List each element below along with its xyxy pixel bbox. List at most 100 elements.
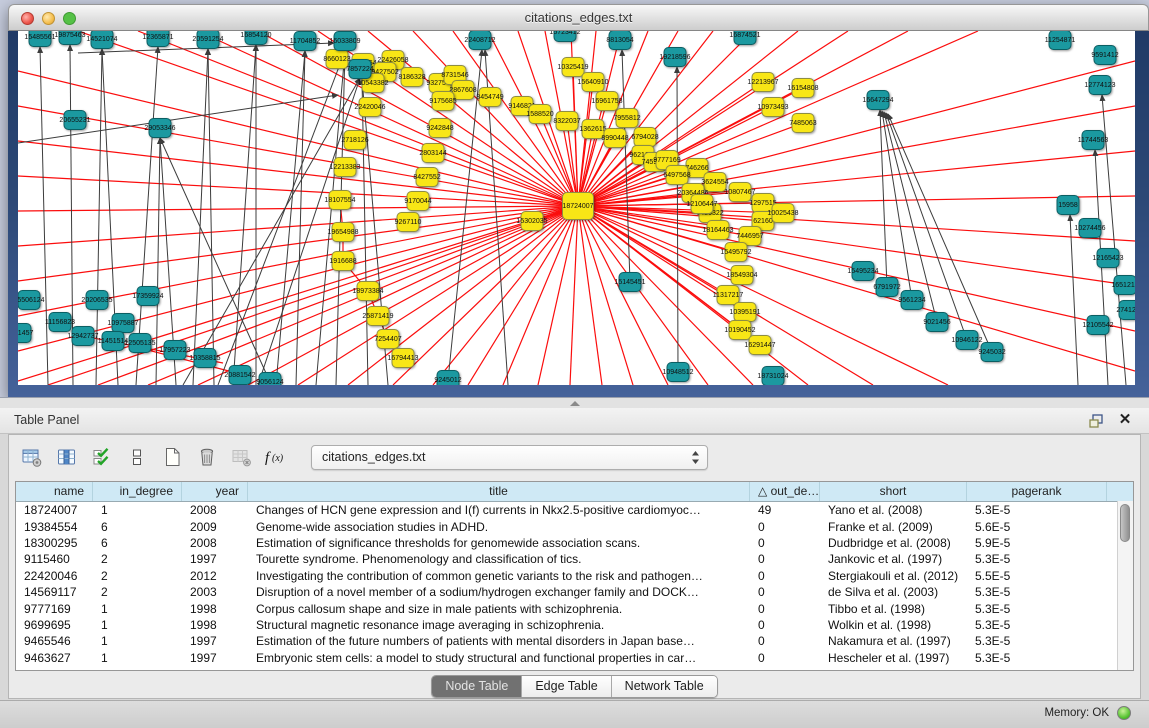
network-node[interactable]: 9267110 xyxy=(397,212,420,232)
citation-edge-black[interactable] xyxy=(1070,215,1078,385)
table-row[interactable]: 946554611997Estimation of the future num… xyxy=(16,633,1133,649)
citation-edge-black[interactable] xyxy=(233,45,256,385)
cell-pagerank[interactable]: 5.3E-5 xyxy=(967,618,1107,632)
network-node[interactable]: 20591254 xyxy=(197,31,220,49)
network-node[interactable]: 16854120 xyxy=(245,31,268,45)
network-node[interactable]: 8454749 xyxy=(479,87,502,107)
table-row[interactable]: 2242004622012Investigating the contribut… xyxy=(16,568,1133,584)
citation-edge-red[interactable] xyxy=(578,206,602,385)
network-canvas[interactable]: 1872400786601238912954224260589427502818… xyxy=(18,31,1135,385)
network-node[interactable]: 11744563 xyxy=(1082,130,1105,150)
cell-out_degree[interactable]: 0 xyxy=(750,569,820,583)
network-node[interactable]: 2803144 xyxy=(422,143,445,163)
network-node[interactable]: 8813054 xyxy=(609,31,632,50)
minimize-window-icon[interactable] xyxy=(42,12,55,25)
network-node[interactable]: 10395191 xyxy=(734,302,757,322)
network-node[interactable]: 2741201 xyxy=(1119,300,1136,320)
cell-title[interactable]: Embryonic stem cells: a model to study s… xyxy=(248,651,750,665)
network-node[interactable]: 16033809 xyxy=(334,31,357,51)
network-node[interactable]: 15723412 xyxy=(554,31,577,42)
cell-short[interactable]: Tibbo et al. (1998) xyxy=(820,602,967,616)
citation-edge-black[interactable] xyxy=(218,51,345,385)
network-node[interactable]: 12106447 xyxy=(691,194,714,214)
network-node[interactable]: 6497568 xyxy=(666,165,689,185)
cell-year[interactable]: 2003 xyxy=(182,585,248,599)
network-node[interactable]: 1916688 xyxy=(332,251,355,271)
network-node[interactable]: 15640910 xyxy=(582,72,605,92)
column-header-out_degree[interactable]: △ out_de… xyxy=(750,482,820,501)
network-node[interactable]: 10975887 xyxy=(112,313,135,333)
network-node[interactable]: 15302035 xyxy=(521,211,544,231)
cell-short[interactable]: Franke et al. (2009) xyxy=(820,520,967,534)
network-node[interactable]: 9245012 xyxy=(437,370,460,385)
network-node[interactable]: 22420046 xyxy=(359,97,382,117)
table-row[interactable]: 911546021997Tourette syndrome. Phenomeno… xyxy=(16,551,1133,567)
delete-column-icon[interactable] xyxy=(194,444,220,470)
cell-in_degree[interactable]: 6 xyxy=(93,536,182,550)
table-row[interactable]: 1938455462009Genome-wide association stu… xyxy=(16,518,1133,534)
cell-pagerank[interactable]: 5.6E-5 xyxy=(967,520,1107,534)
network-node[interactable]: 7254407 xyxy=(377,329,400,349)
cell-pagerank[interactable]: 5.3E-5 xyxy=(967,634,1107,648)
cell-in_degree[interactable]: 2 xyxy=(93,552,182,566)
cell-title[interactable]: Changes of HCN gene expression and I(f) … xyxy=(248,503,750,517)
tab-edge-table[interactable]: Edge Table xyxy=(521,676,610,697)
cell-year[interactable]: 1997 xyxy=(182,552,248,566)
network-node[interactable]: 1588520 xyxy=(529,104,552,124)
network-node[interactable]: 22408712 xyxy=(469,31,492,50)
network-node[interactable]: 12774123 xyxy=(1089,75,1112,95)
cell-year[interactable]: 1997 xyxy=(182,651,248,665)
cell-short[interactable]: Dudbridge et al. (2008) xyxy=(820,536,967,550)
network-node[interactable]: 18107554 xyxy=(329,190,352,210)
network-node[interactable]: 8660123 xyxy=(326,49,349,69)
cell-pagerank[interactable]: 5.3E-5 xyxy=(967,552,1107,566)
network-node[interactable]: 20881542 xyxy=(229,365,252,385)
cell-title[interactable]: Genome-wide association studies in ADHD. xyxy=(248,520,750,534)
table-row[interactable]: 1872400712008Changes of HCN gene express… xyxy=(16,502,1133,518)
table-vertical-scrollbar[interactable] xyxy=(1117,501,1133,670)
cell-name[interactable]: 9463627 xyxy=(16,651,93,665)
cell-pagerank[interactable]: 5.3E-5 xyxy=(967,503,1107,517)
cell-title[interactable]: Investigating the contribution of common… xyxy=(248,569,750,583)
network-node[interactable]: 10973493 xyxy=(762,97,785,117)
network-node[interactable]: 10946122 xyxy=(956,330,979,350)
table-row[interactable]: 977716911998Corpus callosum shape and si… xyxy=(16,600,1133,616)
cell-year[interactable]: 2009 xyxy=(182,520,248,534)
window-titlebar[interactable]: citations_edges.txt xyxy=(8,4,1149,31)
network-node[interactable]: 1651212 xyxy=(1114,275,1136,295)
network-node[interactable]: 10274456 xyxy=(1079,218,1102,238)
network-node[interactable]: 18549304 xyxy=(731,265,754,285)
network-node[interactable]: 8911457 xyxy=(18,323,32,343)
network-node[interactable]: 6791972 xyxy=(876,277,899,297)
network-node[interactable]: 12365871 xyxy=(147,31,170,47)
network-node[interactable]: 17359924 xyxy=(137,286,160,306)
network-node[interactable]: 12165423 xyxy=(1097,248,1120,268)
splitter-grip-icon[interactable] xyxy=(570,401,580,406)
citation-edge-red[interactable] xyxy=(18,206,578,281)
cell-in_degree[interactable]: 6 xyxy=(93,520,182,534)
cell-short[interactable]: de Silva et al. (2003) xyxy=(820,585,967,599)
network-node[interactable]: 6794028 xyxy=(634,127,657,147)
network-node[interactable]: 10807467 xyxy=(729,182,752,202)
cell-out_degree[interactable]: 0 xyxy=(750,552,820,566)
cell-out_degree[interactable]: 0 xyxy=(750,602,820,616)
cell-in_degree[interactable]: 2 xyxy=(93,585,182,599)
clear-selection-icon[interactable] xyxy=(124,444,150,470)
cell-in_degree[interactable]: 1 xyxy=(93,602,182,616)
cell-name[interactable]: 18724007 xyxy=(16,503,93,517)
cell-year[interactable]: 2008 xyxy=(182,503,248,517)
cell-year[interactable]: 2008 xyxy=(182,536,248,550)
cell-short[interactable]: Yano et al. (2008) xyxy=(820,503,967,517)
network-node[interactable]: 12213383 xyxy=(334,157,357,177)
network-node[interactable]: 16647294 xyxy=(867,90,890,110)
cell-year[interactable]: 2012 xyxy=(182,569,248,583)
network-node[interactable]: 15958 xyxy=(1057,195,1080,215)
cell-in_degree[interactable]: 1 xyxy=(93,651,182,665)
cell-short[interactable]: Hescheler et al. (1997) xyxy=(820,651,967,665)
citation-edge-red[interactable] xyxy=(18,206,578,246)
cell-name[interactable]: 9699695 xyxy=(16,618,93,632)
network-node[interactable]: 12213967 xyxy=(752,72,775,92)
function-builder-icon[interactable]: f(x) xyxy=(264,444,290,470)
column-header-short[interactable]: short xyxy=(820,482,967,501)
citation-edge-black[interactable] xyxy=(677,67,678,372)
